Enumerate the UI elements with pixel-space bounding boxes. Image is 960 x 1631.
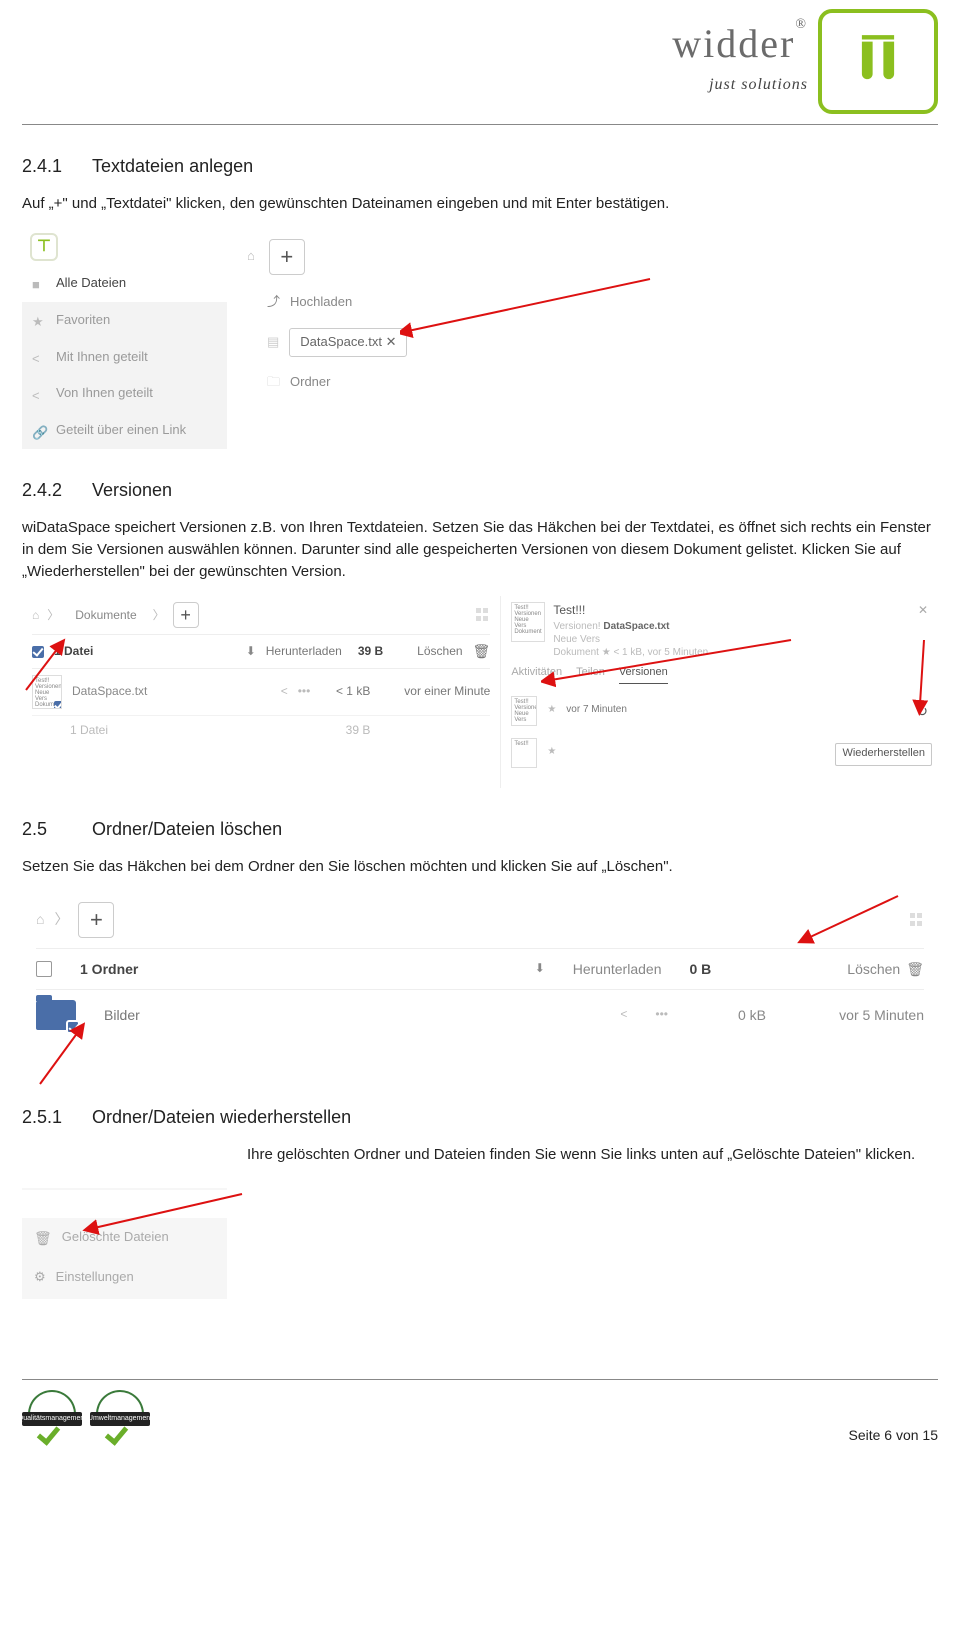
selection-count: 1 Datei <box>54 643 93 660</box>
page-number: Seite 6 von 15 <box>848 1425 938 1445</box>
home-icon[interactable]: ⌂ <box>247 247 255 266</box>
file-time: vor einer Minute <box>380 683 490 700</box>
summary-size: 39 B <box>346 722 371 739</box>
menu-upload[interactable]: ⤴Hochladen <box>267 285 918 320</box>
cert-badge-um: Umweltmanagement <box>90 1390 150 1445</box>
summary-count: 1 Datei <box>70 722 108 739</box>
select-all-checkbox[interactable] <box>32 646 44 658</box>
cert-badge-qm: Qualitätsmanagement <box>22 1390 82 1445</box>
brand-name: widder® <box>672 15 808 73</box>
add-button[interactable]: + <box>269 239 305 275</box>
file-size: < 1 kB <box>320 683 370 700</box>
share-icon[interactable] <box>620 1006 627 1023</box>
download-button[interactable]: Herunterladen <box>266 643 342 660</box>
selection-size: 39 B <box>358 643 383 660</box>
detail-thumb: Test!! Versionen Neue Vers Dokument <box>511 602 545 642</box>
para-2-5-1: Ihre gelöschten Ordner und Dateien finde… <box>247 1144 938 1166</box>
download-button[interactable]: Herunterladen <box>573 959 662 979</box>
close-icon[interactable]: ✕ <box>918 602 928 619</box>
para-2-5: Setzen Sie das Häkchen bei dem Ordner de… <box>22 856 938 878</box>
delete-button[interactable]: Löschen <box>847 959 900 979</box>
menu-new-textfile[interactable]: ▤DataSpace.txt ✕ <box>267 320 918 365</box>
folder-name[interactable]: Bilder <box>104 1005 140 1025</box>
gear-icon: ⚙ <box>34 1268 46 1287</box>
detail-title: Test!!! <box>553 602 910 619</box>
folder-icon: ■ <box>32 276 46 290</box>
folder-size: 0 kB <box>696 1005 766 1025</box>
tab-activities[interactable]: Aktivitäten <box>511 665 562 684</box>
share-out-icon: < <box>32 387 46 401</box>
page-header: widder® just solutions <box>22 5 938 125</box>
detail-meta: < 1 kB, vor 5 Minuten <box>613 647 708 658</box>
delete-button[interactable]: Löschen <box>417 643 462 660</box>
add-button[interactable]: + <box>173 602 199 628</box>
more-icon[interactable]: ••• <box>298 683 311 700</box>
download-icon: ⬇ <box>535 960 545 977</box>
para-2-4-1: Auf „+" und „Textdatei" klicken, den gew… <box>22 193 938 215</box>
folder-icon: 🗀 <box>267 373 280 392</box>
file-name[interactable]: DataSpace.txt <box>72 683 147 700</box>
add-button[interactable]: + <box>78 902 114 938</box>
detail-filename: DataSpace.txt <box>603 621 669 632</box>
selection-size: 0 B <box>689 959 711 979</box>
sidebar-item-settings[interactable]: ⚙Einstellungen <box>22 1258 227 1297</box>
detail-tabs: Aktivitäten Teilen Versionen <box>511 665 928 684</box>
file-icon: ▤ <box>267 333 279 352</box>
sidebar-item-fav[interactable]: ★Favoriten <box>22 302 227 339</box>
view-grid-icon[interactable] <box>910 913 924 927</box>
file-thumb[interactable]: Test!! Versionen Neue Vers Dokum <box>32 675 62 709</box>
para-2-4-2: wiDataSpace speichert Versionen z.B. von… <box>22 517 938 582</box>
brand-logo-icon <box>818 9 938 114</box>
sidebar-item-all[interactable]: ■Alle Dateien <box>22 265 227 302</box>
version-thumb: Test!! <box>511 738 537 768</box>
screenshot-deleted-sidebar: 🗑Gelöschte Dateien ⚙Einstellungen <box>22 1188 227 1299</box>
restore-icon[interactable]: ↻ <box>916 701 928 721</box>
screenshot-create-textfile: ⊤ Dateien ▾ ■Alle Dateien ★Favoriten <Mi… <box>22 229 938 449</box>
restore-tooltip: Wiederherstellen <box>835 743 932 766</box>
heading-2-4-2: 2.4.2Versionen <box>22 477 938 503</box>
share-icon[interactable] <box>281 683 288 700</box>
upload-icon: ⤴ <box>267 293 280 312</box>
sidebar-nav: ■Alle Dateien ★Favoriten <Mit Ihnen gete… <box>22 265 227 449</box>
breadcrumb-docs[interactable]: Dokumente <box>67 605 144 626</box>
version-time: vor 7 Minuten <box>566 703 627 718</box>
download-icon: ⬇ <box>246 643 256 660</box>
home-icon[interactable]: ⌂ <box>32 607 39 624</box>
star-icon: ★ <box>32 313 46 327</box>
trash-icon: 🗑 <box>473 641 491 661</box>
screenshot-versions: ⌂ 〉 Dokumente 〉 + 1 Datei ⬇ Herunterlade… <box>22 596 938 787</box>
app-logo-icon: ⊤ <box>30 233 58 261</box>
share-in-icon: < <box>32 350 46 364</box>
home-icon[interactable]: ⌂ <box>36 909 44 929</box>
screenshot-delete: ⌂〉 + 1 Ordner ⬇ Herunterladen 0 B Lösche… <box>22 892 938 1056</box>
heading-2-4-1: 2.4.1Textdateien anlegen <box>22 153 938 179</box>
select-all-checkbox[interactable] <box>36 961 52 977</box>
heading-2-5: 2.5Ordner/Dateien löschen <box>22 816 938 842</box>
menu-new-folder[interactable]: 🗀Ordner <box>267 365 918 400</box>
folder-time: vor 5 Minuten <box>794 1005 924 1025</box>
sidebar-item-link[interactable]: 🔗Geteilt über einen Link <box>22 412 227 449</box>
version-thumb: Test!!Versionen!Neue Vers <box>511 696 537 726</box>
trash-icon: 🗑 <box>906 959 924 979</box>
selection-count: 1 Ordner <box>80 959 138 979</box>
folder-icon-checked[interactable] <box>36 1000 76 1030</box>
tab-files[interactable]: Dateien ▾ <box>68 237 123 256</box>
tab-share[interactable]: Teilen <box>576 665 605 684</box>
sidebar-item-deleted[interactable]: 🗑Gelöschte Dateien <box>22 1218 227 1258</box>
heading-2-5-1: 2.5.1Ordner/Dateien wiederherstellen <box>22 1104 938 1130</box>
sidebar-item-shared-by[interactable]: <Von Ihnen geteilt <box>22 375 227 412</box>
brand-tagline: just solutions <box>672 73 808 96</box>
page-footer: Qualitätsmanagement Umweltmanagement Sei… <box>22 1380 938 1445</box>
link-icon: 🔗 <box>32 424 46 438</box>
trash-icon: 🗑 <box>34 1228 52 1248</box>
more-icon[interactable]: ••• <box>655 1006 668 1023</box>
sidebar-item-shared-with[interactable]: <Mit Ihnen geteilt <box>22 339 227 376</box>
tab-versions[interactable]: Versionen <box>619 665 668 684</box>
view-grid-icon[interactable] <box>476 608 490 622</box>
